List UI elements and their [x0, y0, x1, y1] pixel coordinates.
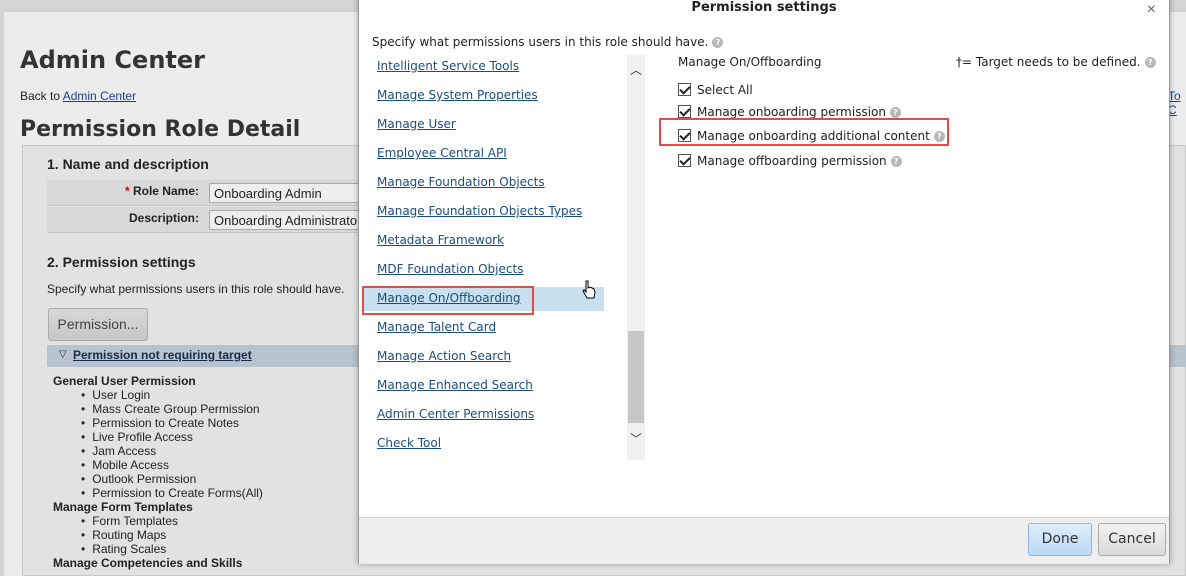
permission-highlight-box [659, 118, 949, 146]
right-edge-link[interactable]: To C [1168, 89, 1186, 117]
permission-button[interactable]: Permission... [48, 308, 148, 341]
permission-heading: Manage On/Offboarding [678, 55, 822, 69]
permission-group-label: Permission not requiring target [73, 348, 252, 362]
category-item[interactable]: Manage System Properties [364, 84, 604, 108]
group-title: Manage Form Templates [53, 500, 193, 514]
category-link-mdf-foundation-objects[interactable]: MDF Foundation Objects [377, 262, 523, 276]
permission-label: Manage offboarding permission [697, 154, 887, 168]
list-item: Jam Access [83, 444, 263, 458]
close-icon[interactable]: × [1147, 1, 1156, 19]
category-item[interactable]: Manage Foundation Objects Types [364, 200, 604, 224]
description-row: Description: Onboarding Administrato [47, 207, 369, 233]
section2-description: Specify what permissions users in this r… [47, 282, 345, 296]
list-item: Outlook Permission [83, 472, 263, 486]
list-item: Mass Create Group Permission [83, 402, 263, 416]
cancel-button[interactable]: Cancel [1098, 523, 1166, 556]
category-item[interactable]: Admin Center Permissions [364, 403, 604, 427]
done-button[interactable]: Done [1028, 523, 1092, 556]
category-item[interactable]: Metadata Framework [364, 229, 604, 253]
role-name-input[interactable]: Onboarding Admin [209, 183, 369, 203]
category-link-manage-action-search[interactable]: Manage Action Search [377, 349, 511, 363]
category-item[interactable]: Manage Enhanced Search [364, 374, 604, 398]
category-item[interactable]: Manage Foundation Objects [364, 171, 604, 195]
permission-label: Manage onboarding permission [697, 105, 886, 119]
target-note-text: †= Target needs to be defined. [956, 55, 1141, 69]
help-icon[interactable]: ? [889, 107, 901, 118]
scroll-up-chevron-icon[interactable]: ︿ [627, 61, 645, 81]
category-item[interactable]: Intelligent Service Tools [364, 55, 604, 79]
category-link-metadata-framework[interactable]: Metadata Framework [377, 233, 504, 247]
select-all-row[interactable]: Select All [678, 83, 753, 101]
list-item: Mobile Access [83, 458, 263, 472]
help-icon[interactable]: ? [712, 37, 724, 48]
scrollbar-thumb[interactable] [628, 331, 644, 423]
list-item: Form Templates [83, 514, 263, 528]
permission-row[interactable]: Manage offboarding permission? [678, 154, 902, 172]
category-item[interactable]: Employee Central API [364, 142, 604, 166]
category-item[interactable]: Manage Talent Card [364, 316, 604, 340]
list-item: Live Profile Access [83, 430, 263, 444]
category-link-manage-talent-card[interactable]: Manage Talent Card [377, 320, 496, 334]
permission-list: General User Permission User Login Mass … [53, 374, 263, 570]
scroll-down-chevron-icon[interactable]: ﹀ [627, 430, 645, 450]
target-note: †= Target needs to be defined.? [956, 55, 1156, 69]
admin-center-title: Admin Center [20, 46, 205, 74]
list-item: Permission to Create Notes [83, 416, 263, 430]
category-item[interactable]: MDF Foundation Objects [364, 258, 604, 282]
category-item[interactable]: Manage User [364, 113, 604, 137]
category-link-manage-user[interactable]: Manage User [377, 117, 456, 131]
category-item[interactable]: Manage Action Search [364, 345, 604, 369]
list-item: User Login [83, 388, 263, 402]
category-link-manage-foundation-objects-types[interactable]: Manage Foundation Objects Types [377, 204, 582, 218]
back-to-admin-center-link[interactable]: Admin Center [63, 89, 136, 103]
hand-cursor-icon [582, 280, 596, 299]
category-link-check-tool[interactable]: Check Tool [377, 436, 441, 450]
select-all-label: Select All [697, 83, 753, 97]
description-input[interactable]: Onboarding Administrato [209, 210, 369, 230]
category-link-admin-center-permissions[interactable]: Admin Center Permissions [377, 407, 534, 421]
offboarding-permission-checkbox[interactable] [678, 154, 691, 167]
category-link-manage-foundation-objects[interactable]: Manage Foundation Objects [377, 175, 545, 189]
section1-title: 1. Name and description [47, 156, 209, 172]
description-label: Description: [128, 211, 199, 225]
category-scrollbar[interactable]: ︿ ﹀ [627, 55, 645, 460]
help-icon[interactable]: ? [890, 156, 902, 167]
role-name-row: * Role Name: Onboarding Admin [47, 180, 369, 206]
back-prefix: Back to [20, 89, 63, 103]
selected-category-highlight [362, 286, 534, 315]
page-title: Permission Role Detail [20, 117, 301, 142]
back-link-row: Back to Admin Center [20, 89, 136, 103]
dialog-title: Permission settings [691, 0, 837, 15]
collapse-triangle-icon[interactable]: ▽ [59, 349, 67, 360]
dialog-instructions: Specify what permissions users in this r… [372, 35, 724, 49]
group-title: General User Permission [53, 374, 196, 388]
select-all-checkbox[interactable] [678, 83, 691, 96]
list-item: Permission to Create Forms(All) [83, 486, 263, 500]
category-item[interactable]: Check Tool [364, 432, 604, 456]
category-link-employee-central-api[interactable]: Employee Central API [377, 146, 507, 160]
category-list: Intelligent Service Tools Manage System … [364, 55, 604, 467]
help-icon[interactable]: ? [1144, 57, 1156, 68]
group-title: Manage Competencies and Skills [53, 556, 243, 570]
list-item: Routing Maps [83, 528, 263, 542]
category-link-manage-enhanced-search[interactable]: Manage Enhanced Search [377, 378, 533, 392]
role-name-label: * Role Name: [124, 184, 199, 198]
category-link-manage-system-properties[interactable]: Manage System Properties [377, 88, 538, 102]
category-link-intelligent-service-tools[interactable]: Intelligent Service Tools [377, 59, 519, 73]
permission-settings-dialog: Permission settings × Specify what permi… [358, 0, 1170, 564]
section2-title: 2. Permission settings [47, 254, 196, 270]
onboarding-permission-checkbox[interactable] [678, 105, 691, 118]
instructions-text: Specify what permissions users in this r… [372, 35, 709, 49]
list-item: Rating Scales [83, 542, 263, 556]
